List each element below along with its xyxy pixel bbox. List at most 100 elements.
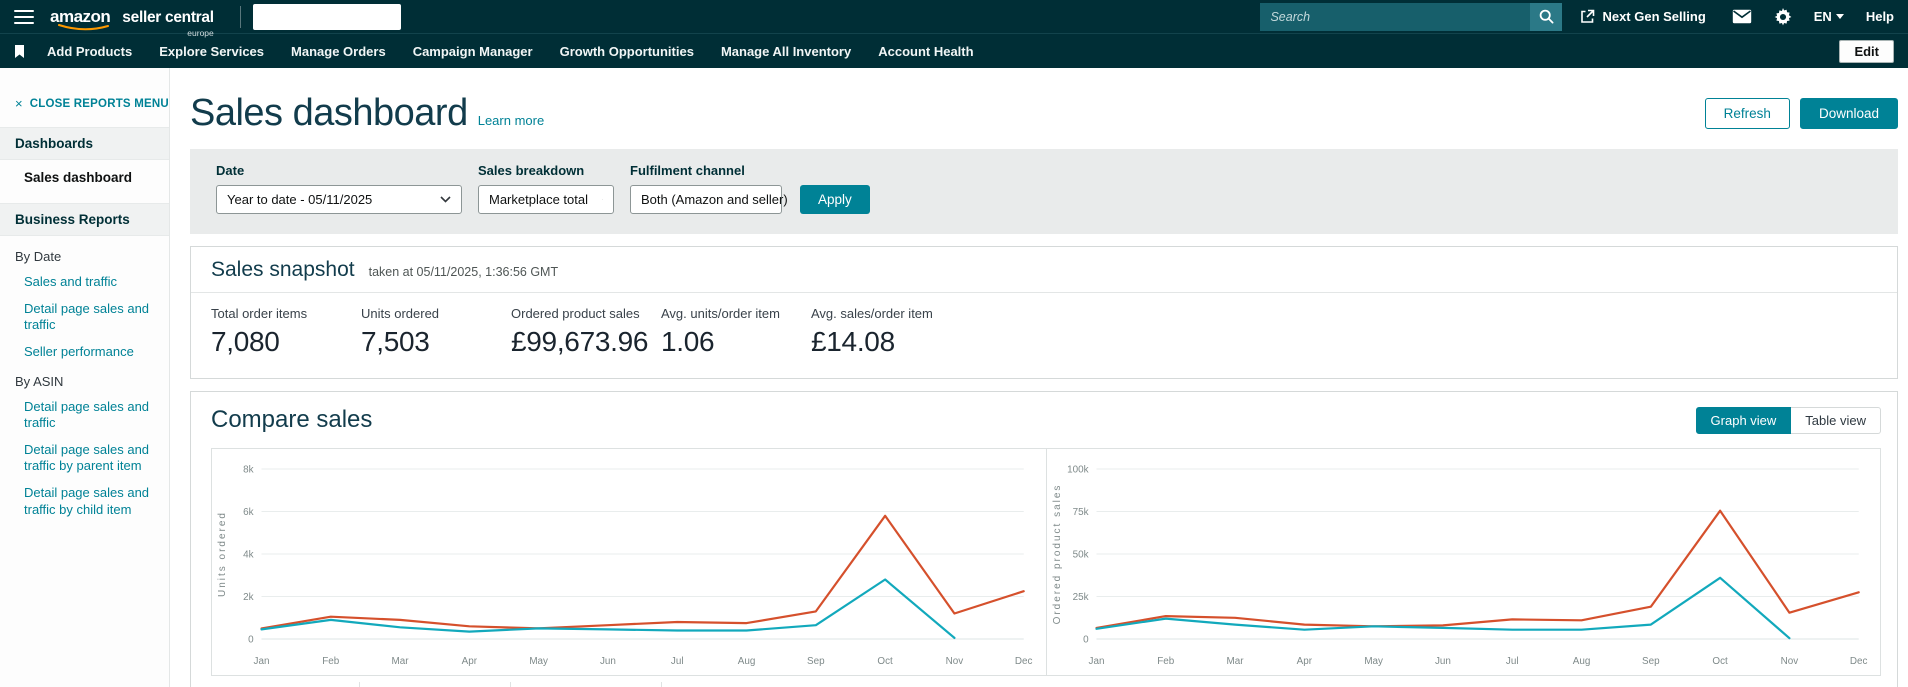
help-link[interactable]: Help bbox=[1866, 9, 1894, 24]
ordered-product-sales-chart: 0 25k 50k 75k 100k Jan Feb Mar Apr May Jun Jul Aug Se… bbox=[1045, 449, 1881, 675]
svg-text:Apr: Apr bbox=[462, 656, 478, 667]
amazon-smile-icon bbox=[58, 23, 110, 30]
reports-sidebar: × CLOSE REPORTS MENU Dashboards Sales da… bbox=[0, 68, 170, 687]
nav-growth-opportunities[interactable]: Growth Opportunities bbox=[560, 44, 694, 59]
apply-button[interactable]: Apply bbox=[800, 185, 870, 214]
svg-text:Apr: Apr bbox=[1296, 656, 1312, 667]
svg-text:Jan: Jan bbox=[254, 656, 270, 667]
sidebar-item-seller-performance[interactable]: Seller performance bbox=[0, 334, 169, 361]
svg-text:Dec: Dec bbox=[1849, 656, 1867, 667]
svg-text:Jun: Jun bbox=[1434, 656, 1450, 667]
secondary-navigation-bar: Add Products Explore Services Manage Ord… bbox=[0, 34, 1908, 68]
marketplace-selector[interactable] bbox=[252, 3, 401, 30]
svg-text:Jul: Jul bbox=[671, 656, 684, 667]
snapshot-timestamp: taken at 05/11/2025, 1:36:56 GMT bbox=[368, 265, 559, 279]
edit-nav-button[interactable]: Edit bbox=[1839, 39, 1894, 63]
download-button[interactable]: Download bbox=[1799, 98, 1898, 129]
next-gen-selling-link[interactable]: Next Gen Selling bbox=[1580, 9, 1706, 24]
settings-button[interactable] bbox=[1774, 7, 1792, 26]
close-reports-menu-button[interactable]: × CLOSE REPORTS MENU bbox=[0, 68, 169, 111]
charts-container: 0 2k 4k 6k 8k Jan Feb Mar Apr May Jun Jul Aug Sep Oct N… bbox=[211, 448, 1881, 676]
logo-seller-central-text: seller central bbox=[122, 8, 214, 26]
units-ordered-chart: 0 2k 4k 6k 8k Jan Feb Mar Apr May Jun Jul Aug Sep Oct N… bbox=[212, 449, 1046, 675]
metric-label: Ordered product sales bbox=[511, 306, 640, 321]
sidebar-item-detail-page-parent-item[interactable]: Detail page sales and traffic by parent … bbox=[0, 432, 169, 475]
sidebar-group-by-asin: By ASIN bbox=[15, 373, 64, 389]
top-navigation-bar: amazon seller central europe Next Gen Se… bbox=[0, 0, 1908, 38]
learn-more-link[interactable]: Learn more bbox=[478, 113, 544, 128]
svg-text:Aug: Aug bbox=[1572, 656, 1590, 667]
compare-legend: Compare What's this This year so far So … bbox=[211, 682, 1881, 687]
legend-item-last-year: Last year By end of year 16,257 Units £2… bbox=[510, 682, 661, 687]
nav-explore-services[interactable]: Explore Services bbox=[159, 44, 264, 59]
sidebar-section-business-reports: Business Reports bbox=[0, 203, 169, 236]
sidebar-item-detail-page-sales-traffic-date[interactable]: Detail page sales and traffic bbox=[0, 291, 169, 334]
search-button[interactable] bbox=[1530, 2, 1563, 31]
nav-campaign-manager[interactable]: Campaign Manager bbox=[413, 44, 533, 59]
external-link-icon bbox=[1581, 9, 1595, 23]
global-search bbox=[1260, 2, 1563, 31]
sidebar-item-detail-page-child-item[interactable]: Detail page sales and traffic by child i… bbox=[0, 475, 169, 518]
metric-label: Units ordered bbox=[361, 306, 440, 321]
svg-text:May: May bbox=[529, 656, 548, 667]
snapshot-metrics: Total order items 7,080 Units ordered 7,… bbox=[191, 293, 1897, 378]
sidebar-section-dashboards: Dashboards bbox=[0, 127, 169, 160]
compare-sales-card: Compare sales Graph view Table view 0 2k 4… bbox=[190, 391, 1898, 687]
svg-text:2k: 2k bbox=[243, 592, 253, 603]
sidebar-item-sales-dashboard[interactable]: Sales dashboard bbox=[0, 160, 169, 187]
language-selector[interactable]: EN bbox=[1814, 9, 1844, 24]
svg-text:6k: 6k bbox=[243, 507, 253, 518]
sales-snapshot-title: Sales snapshot bbox=[211, 258, 355, 281]
nav-manage-orders[interactable]: Manage Orders bbox=[291, 44, 386, 59]
svg-text:100k: 100k bbox=[1067, 464, 1088, 475]
metric-label: Avg. sales/order item bbox=[811, 306, 933, 321]
svg-text:Sep: Sep bbox=[1642, 656, 1660, 667]
metric-value: £99,673.96 bbox=[511, 326, 649, 357]
messages-button[interactable] bbox=[1732, 9, 1752, 24]
main-content: Sales dashboard Learn more Refresh Downl… bbox=[170, 68, 1908, 687]
date-select-value: Year to date - 05/11/2025 bbox=[227, 192, 373, 207]
table-view-button[interactable]: Table view bbox=[1791, 406, 1881, 434]
close-reports-menu-label: CLOSE REPORTS MENU bbox=[29, 97, 169, 110]
svg-text:Jan: Jan bbox=[1088, 656, 1104, 667]
hamburger-menu-icon[interactable] bbox=[14, 9, 34, 24]
page-title: Sales dashboard bbox=[190, 92, 468, 134]
fulfilment-channel-select[interactable]: Both (Amazon and seller) bbox=[630, 185, 788, 214]
chevron-down-icon bbox=[602, 199, 603, 200]
search-input[interactable] bbox=[1260, 2, 1531, 31]
metric-label: Total order items bbox=[211, 306, 308, 321]
language-label: EN bbox=[1813, 9, 1832, 24]
metric-value: £14.08 bbox=[811, 326, 895, 357]
svg-text:Nov: Nov bbox=[946, 656, 964, 667]
svg-text:Ordered product sales: Ordered product sales bbox=[1051, 484, 1062, 625]
graph-view-button[interactable]: Graph view bbox=[1695, 406, 1792, 434]
nav-add-products[interactable]: Add Products bbox=[47, 44, 132, 59]
svg-text:Dec: Dec bbox=[1015, 656, 1033, 667]
channel-select-value: Both (Amazon and seller) bbox=[641, 192, 788, 207]
sales-breakdown-select[interactable]: Marketplace total bbox=[478, 185, 614, 214]
chevron-down-icon bbox=[1835, 14, 1844, 19]
favorites-button[interactable] bbox=[14, 44, 25, 59]
nav-manage-all-inventory[interactable]: Manage All Inventory bbox=[721, 44, 851, 59]
svg-text:Units ordered: Units ordered bbox=[217, 511, 228, 597]
date-filter-label: Date bbox=[216, 163, 245, 178]
channel-filter-label: Fulfilment channel bbox=[630, 163, 745, 178]
metric-avg-units-per-order: Avg. units/order item 1.06 bbox=[661, 306, 811, 358]
filters-bar: Date Year to date - 05/11/2025 Sales bre… bbox=[190, 149, 1898, 234]
nav-account-health[interactable]: Account Health bbox=[878, 44, 973, 59]
date-select[interactable]: Year to date - 05/11/2025 bbox=[216, 185, 462, 214]
sidebar-item-detail-page-sales-traffic-asin[interactable]: Detail page sales and traffic bbox=[0, 389, 169, 432]
metric-ordered-product-sales: Ordered product sales £99,673.96 bbox=[511, 306, 661, 358]
logo-region-text: europe bbox=[187, 27, 214, 38]
refresh-button[interactable]: Refresh bbox=[1704, 98, 1790, 129]
svg-text:Mar: Mar bbox=[1226, 656, 1244, 667]
seller-central-logo[interactable]: amazon seller central europe bbox=[50, 7, 214, 38]
svg-text:Nov: Nov bbox=[1780, 656, 1798, 667]
sidebar-item-sales-and-traffic[interactable]: Sales and traffic bbox=[0, 264, 169, 291]
svg-text:Aug: Aug bbox=[738, 656, 756, 667]
metric-avg-sales-per-order: Avg. sales/order item £14.08 bbox=[811, 306, 961, 358]
view-toggle: Graph view Table view bbox=[1695, 406, 1881, 434]
chevron-down-icon bbox=[440, 196, 451, 203]
svg-text:4k: 4k bbox=[243, 549, 253, 560]
bookmark-icon bbox=[15, 44, 24, 58]
